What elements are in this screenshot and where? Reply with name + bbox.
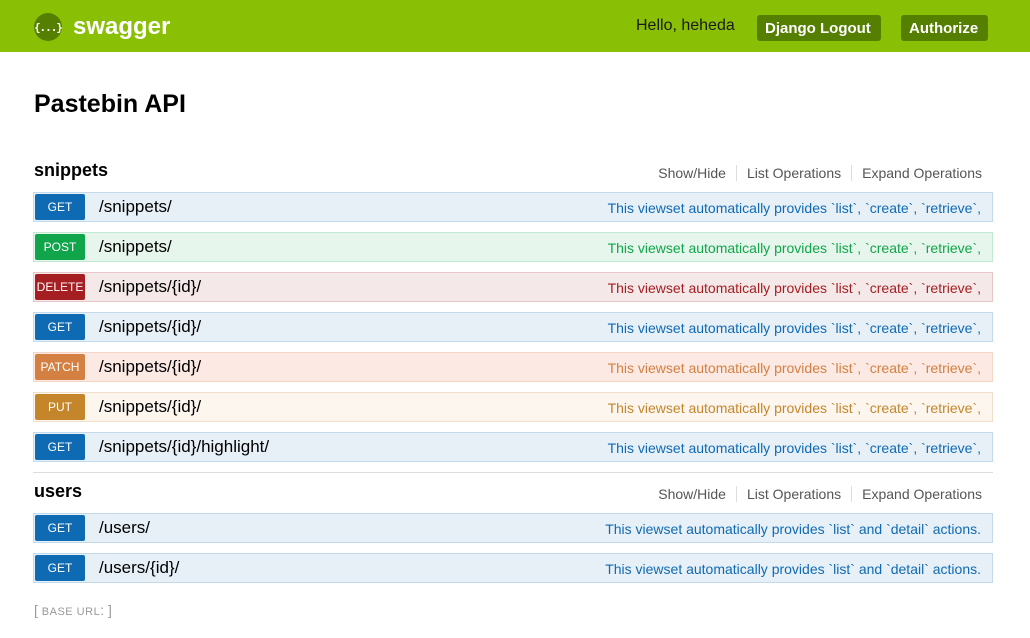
swagger-logo-icon: {...} [34,13,63,41]
section-divider [33,472,993,473]
method-badge[interactable]: POST [35,234,85,260]
resource-name-snippets[interactable]: snippets [34,160,108,181]
resource-controls: Show/Hide List Operations Expand Operati… [658,486,982,502]
method-badge[interactable]: DELETE [35,274,85,300]
base-url-close: : ] [100,602,112,618]
method-badge[interactable]: PUT [35,394,85,420]
resource-name-users[interactable]: users [34,481,82,502]
swagger-logo[interactable]: {...} swagger [34,13,170,41]
list-operations-link[interactable]: List Operations [735,165,851,181]
resource-users: users Show/Hide List Operations Expand O… [33,479,993,593]
user-greeting: Hello, heheda [636,17,735,34]
method-badge[interactable]: GET [35,194,85,220]
expand-operations-link[interactable]: Expand Operations [851,486,982,502]
operation-row[interactable]: GET /snippets/ This viewset automaticall… [33,192,993,222]
resource-heading: snippets Show/Hide List Operations Expan… [33,158,993,190]
method-badge[interactable]: GET [35,555,85,581]
method-badge[interactable]: GET [35,515,85,541]
expand-operations-link[interactable]: Expand Operations [851,165,982,181]
operation-path[interactable]: /snippets/{id}/ [99,317,201,337]
operation-path[interactable]: /snippets/ [99,237,172,257]
operation-summary[interactable]: This viewset automatically provides `lis… [608,240,981,256]
operation-row[interactable]: PUT /snippets/{id}/ This viewset automat… [33,392,993,422]
operation-path[interactable]: /snippets/{id}/highlight/ [99,437,269,457]
resource-snippets: snippets Show/Hide List Operations Expan… [33,158,993,473]
django-logout-button[interactable]: Django Logout [757,15,881,41]
base-url-label: BASE URL [41,606,101,618]
show-hide-link[interactable]: Show/Hide [658,165,736,181]
authorize-button[interactable]: Authorize [901,15,988,41]
swagger-logo-text: swagger [73,13,171,40]
operation-summary[interactable]: This viewset automatically provides `lis… [608,440,981,456]
operation-path[interactable]: /snippets/{id}/ [99,397,201,417]
operation-path[interactable]: /snippets/ [99,197,172,217]
resource-heading: users Show/Hide List Operations Expand O… [33,479,993,511]
operation-summary[interactable]: This viewset automatically provides `lis… [608,200,981,216]
operation-summary[interactable]: This viewset automatically provides `lis… [608,360,981,376]
resource-controls: Show/Hide List Operations Expand Operati… [658,165,982,181]
operation-row[interactable]: GET /snippets/{id}/highlight/ This views… [33,432,993,462]
operation-summary[interactable]: This viewset automatically provides `lis… [605,561,981,577]
base-url-footer: [ BASE URL: ] [34,602,112,618]
operation-summary[interactable]: This viewset automatically provides `lis… [608,280,981,296]
base-url-open: [ [34,602,42,618]
operation-path[interactable]: /snippets/{id}/ [99,277,201,297]
operation-row[interactable]: GET /users/ This viewset automatically p… [33,513,993,543]
operation-summary[interactable]: This viewset automatically provides `lis… [608,400,981,416]
show-hide-link[interactable]: Show/Hide [658,486,736,502]
operation-row[interactable]: PATCH /snippets/{id}/ This viewset autom… [33,352,993,382]
top-bar: {...} swagger Hello, heheda Django Logou… [0,0,1030,52]
operation-path[interactable]: /snippets/{id}/ [99,357,201,377]
operation-row[interactable]: GET /users/{id}/ This viewset automatica… [33,553,993,583]
operation-summary[interactable]: This viewset automatically provides `lis… [605,521,981,537]
operation-row[interactable]: POST /snippets/ This viewset automatical… [33,232,993,262]
operation-path[interactable]: /users/{id}/ [99,558,179,578]
method-badge[interactable]: GET [35,314,85,340]
list-operations-link[interactable]: List Operations [735,486,851,502]
method-badge[interactable]: PATCH [35,354,85,380]
operation-path[interactable]: /users/ [99,518,150,538]
method-badge[interactable]: GET [35,434,85,460]
operation-row[interactable]: DELETE /snippets/{id}/ This viewset auto… [33,272,993,302]
operation-row[interactable]: GET /snippets/{id}/ This viewset automat… [33,312,993,342]
page-title: Pastebin API [34,90,186,118]
operation-summary[interactable]: This viewset automatically provides `lis… [608,320,981,336]
